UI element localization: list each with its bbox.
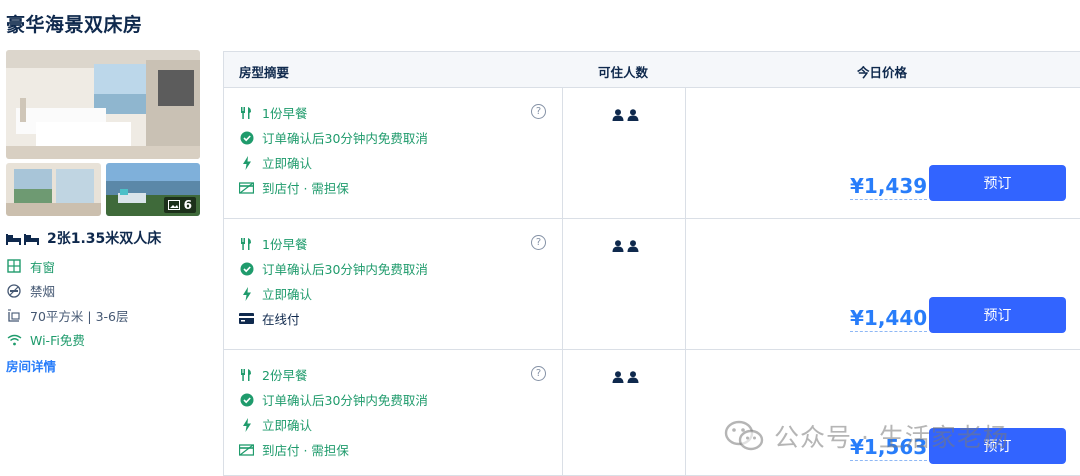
amenity-no-smoking: 禁烟 <box>6 279 200 304</box>
room-photo-image <box>6 50 200 159</box>
payment-policy: 在线付 <box>239 309 300 328</box>
lightning-icon <box>239 286 254 301</box>
pay-at-hotel-icon <box>239 442 254 457</box>
lightning-icon <box>239 155 254 170</box>
rate-table: 房型摘要 可住人数 今日价格 1份早餐 ? 订单确认后30分钟内免费取消 立即确… <box>223 51 1080 476</box>
table-header: 房型摘要 可住人数 今日价格 <box>224 52 1080 88</box>
room-thumb-2[interactable]: 6 <box>105 163 200 216</box>
book-button[interactable]: 预订 <box>929 297 1066 333</box>
table-row: 1份早餐 ? 订单确认后30分钟内免费取消 立即确认 到店付 · 需担保 ¥1,… <box>224 88 1080 219</box>
check-circle-icon <box>239 261 254 276</box>
amenity-list: 有窗 禁烟 70平方米 | 3-6层 Wi-Fi免费 <box>6 254 200 352</box>
two-guests-icon <box>612 240 639 252</box>
header-guests: 可住人数 <box>598 65 649 80</box>
bed-label: 2张1.35米双人床 <box>47 231 162 247</box>
utensils-icon <box>239 367 254 382</box>
table-row: 2份早餐 ? 订单确认后30分钟内免费取消 立即确认 到店付 · 需担保 ¥1,… <box>224 350 1080 476</box>
two-guests-icon <box>612 109 639 121</box>
amenity-wifi: Wi-Fi免费 <box>6 328 200 353</box>
cancel-policy: 订单确认后30分钟内免费取消 <box>239 390 428 409</box>
payment-policy: 到店付 · 需担保 <box>239 440 349 459</box>
room-main-photo[interactable] <box>6 50 200 159</box>
cancel-policy: 订单确认后30分钟内免费取消 <box>239 128 428 147</box>
price: ¥1,563 <box>850 435 928 461</box>
table-row: 1份早餐 ? 订单确认后30分钟内免费取消 立即确认 在线付 ¥1,440 预订 <box>224 219 1080 350</box>
utensils-icon <box>239 105 254 120</box>
twin-bed-icon <box>6 234 39 245</box>
header-price: 今日价格 <box>857 65 908 80</box>
photo-count: 6 <box>183 198 192 212</box>
help-icon[interactable]: ? <box>531 235 546 250</box>
amenity-window: 有窗 <box>6 254 200 279</box>
area-icon <box>6 307 22 323</box>
photo-count-badge[interactable]: 6 <box>163 197 196 213</box>
cancel-policy: 订单确认后30分钟内免费取消 <box>239 259 428 278</box>
book-button[interactable]: 预订 <box>929 428 1066 464</box>
two-guests-icon <box>612 371 639 383</box>
pay-at-hotel-icon <box>239 180 254 195</box>
room-details-link[interactable]: 房间详情 <box>6 356 200 375</box>
lightning-icon <box>239 417 254 432</box>
amenity-area-floor: 70平方米 | 3-6层 <box>6 303 200 328</box>
room-thumb-image <box>6 163 101 216</box>
breakfast-policy: 1份早餐 <box>239 103 307 122</box>
book-button[interactable]: 预订 <box>929 165 1066 201</box>
help-icon[interactable]: ? <box>531 104 546 119</box>
wifi-icon <box>6 332 22 348</box>
breakfast-policy: 1份早餐 <box>239 234 307 253</box>
price: ¥1,440 <box>850 306 928 332</box>
payment-policy: 到店付 · 需担保 <box>239 178 349 197</box>
confirm-policy: 立即确认 <box>239 153 312 172</box>
room-info-panel: 6 2张1.35米双人床 有窗 禁烟 70平方米 | 3-6层 Wi-Fi免费 … <box>6 50 200 375</box>
image-icon <box>167 200 180 210</box>
card-icon <box>239 311 254 326</box>
breakfast-policy: 2份早餐 <box>239 365 307 384</box>
utensils-icon <box>239 236 254 251</box>
room-thumb-1[interactable] <box>6 163 101 216</box>
price: ¥1,439 <box>850 174 928 200</box>
confirm-policy: 立即确认 <box>239 415 312 434</box>
confirm-policy: 立即确认 <box>239 284 312 303</box>
room-title: 豪华海景双床房 <box>6 14 143 36</box>
no-smoking-icon <box>6 283 22 299</box>
header-summary: 房型摘要 <box>239 65 290 80</box>
check-circle-icon <box>239 392 254 407</box>
help-icon[interactable]: ? <box>531 366 546 381</box>
check-circle-icon <box>239 130 254 145</box>
window-icon <box>6 258 22 274</box>
bed-info: 2张1.35米双人床 <box>6 228 200 248</box>
